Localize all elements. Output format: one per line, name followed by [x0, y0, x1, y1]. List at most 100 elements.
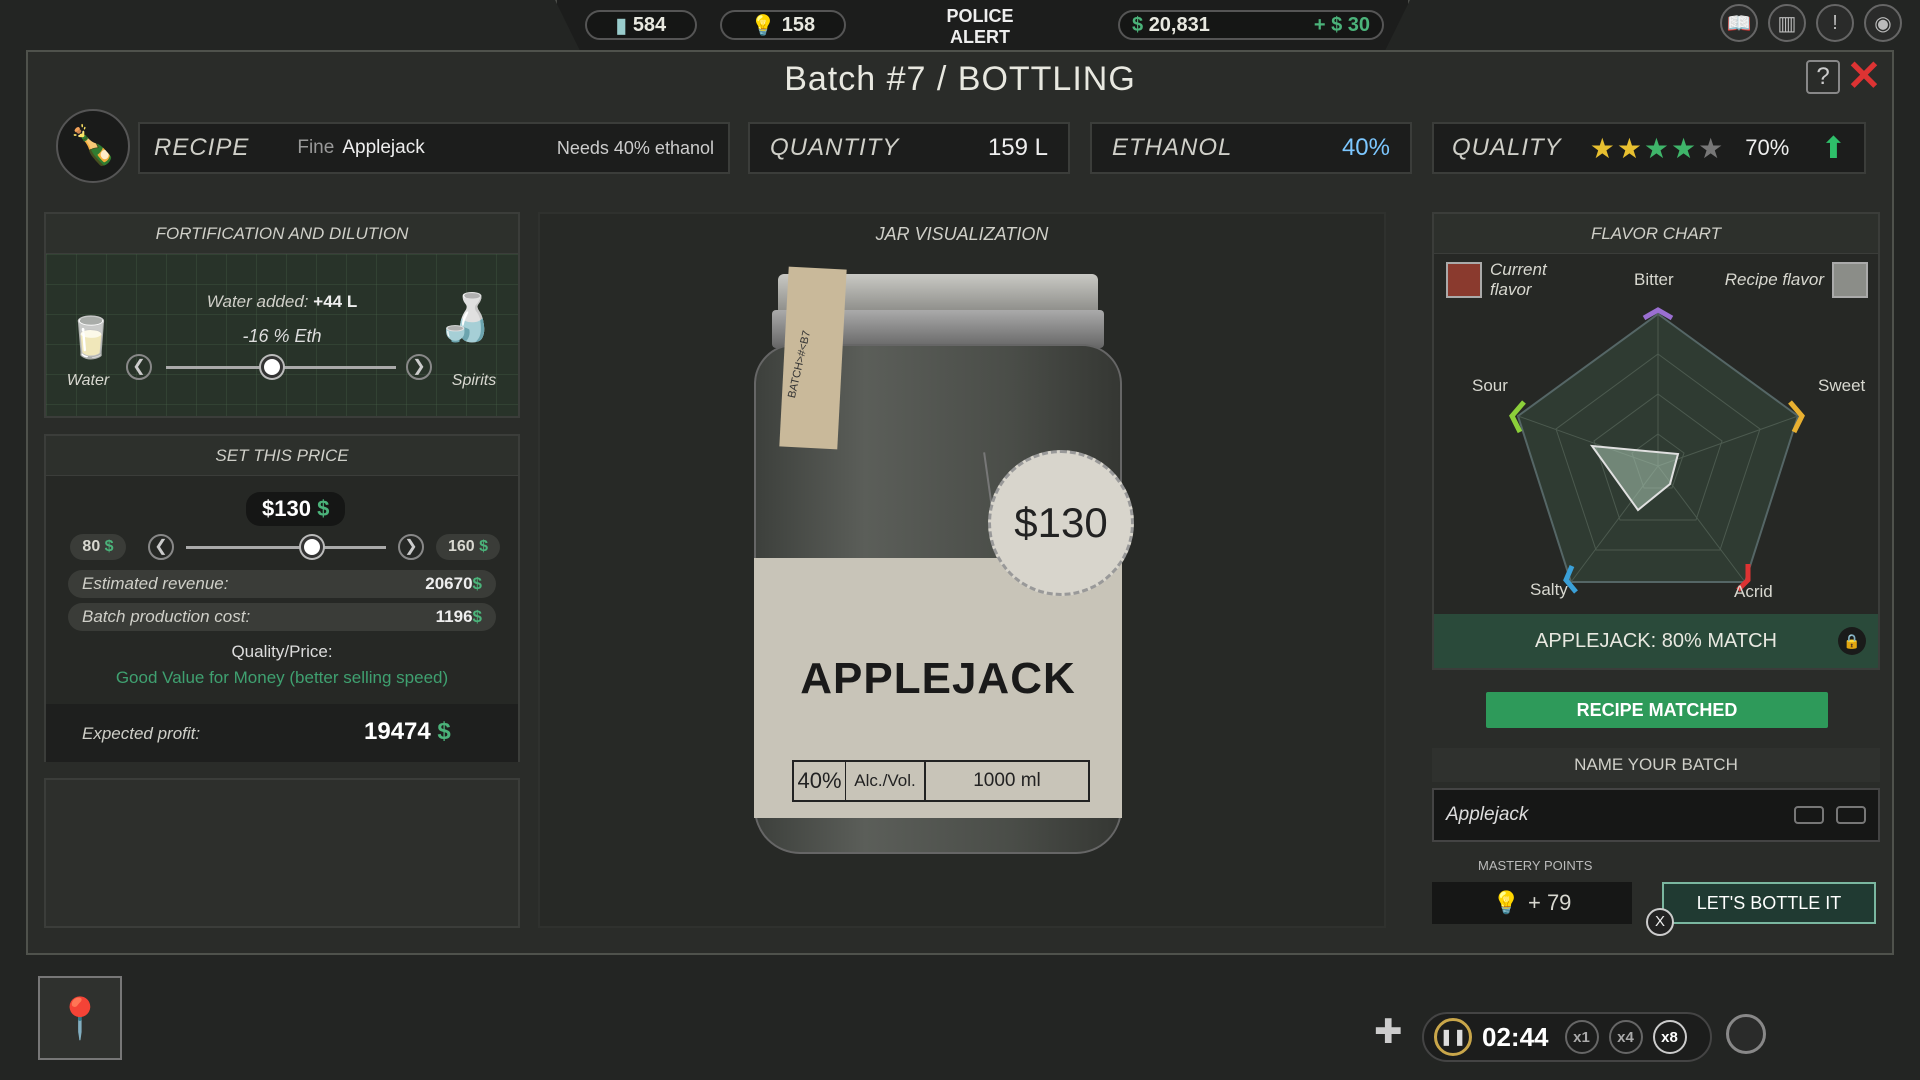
jar-title: JAR VISUALIZATION: [875, 224, 1049, 244]
quantity-value: 159 L: [987, 134, 1048, 161]
spirits-label: Spirits: [451, 372, 497, 389]
jar-abv-unit: Alc./Vol.: [846, 762, 926, 800]
ethanol-label: ETHANOL: [1112, 134, 1233, 161]
time-dial-icon[interactable]: [1726, 1014, 1766, 1054]
mastery-label: MASTERY POINTS: [1478, 858, 1593, 873]
price-slider-track[interactable]: [186, 546, 386, 549]
axis-bitter: Bitter: [1634, 270, 1674, 289]
star-filled-icon: ★: [1671, 132, 1699, 164]
star-filled-icon: ★: [1643, 132, 1672, 164]
price-min: 80 $: [70, 534, 126, 560]
match-text: APPLEJACK: 80% MATCH: [1535, 629, 1777, 652]
estimated-revenue-row: Estimated revenue: 20670 $: [68, 570, 496, 598]
dollar-icon: $: [1132, 13, 1144, 36]
quality-header: QUALITY ★★★★★ 70% ⬆: [1432, 122, 1866, 174]
recipe-label: RECIPE: [154, 134, 250, 161]
quality-stars: ★★★★★: [1590, 132, 1726, 165]
speed-x1-button[interactable]: x1: [1564, 1020, 1599, 1054]
keyboard-icon[interactable]: [1836, 806, 1866, 824]
water-added: Water added: +44 L: [46, 292, 518, 312]
dilution-slider-knob[interactable]: [260, 356, 283, 378]
menu-icon[interactable]: ◉: [1864, 4, 1902, 42]
batch-tape: BATCH>#<B7: [779, 266, 847, 450]
pause-button[interactable]: ❚❚: [1434, 1018, 1472, 1056]
price-box: SET THIS PRICE $130 $ 80 $ ❮ ❯ 160 $ Est…: [44, 434, 520, 762]
recipe-quality: Fine: [297, 137, 335, 158]
quality-label: QUALITY: [1452, 134, 1562, 161]
price-max: 160 $: [436, 534, 500, 560]
water-label: Water: [66, 372, 110, 389]
batch-tag-text: BATCH>#<B7: [785, 329, 814, 400]
keyboard-icon[interactable]: [1794, 806, 1824, 824]
page-title: Batch #7 / BOTTLING: [784, 60, 1136, 98]
expected-profit-label: Expected profit:: [82, 724, 201, 743]
bottling-panel: Batch #7 / BOTTLING ? ✕ 🍾 RECIPE Fine Ap…: [26, 50, 1894, 955]
price-right-arrow[interactable]: ❯: [398, 534, 424, 560]
price-left-arrow[interactable]: ❮: [148, 534, 174, 560]
ethanol-header: ETHANOL 40%: [1090, 122, 1412, 174]
water-added-value: +44 L: [313, 292, 358, 311]
quality-price-label: Quality/Price:: [231, 642, 333, 661]
production-cost-row: Batch production cost: 1196 $: [68, 603, 496, 631]
name-batch-title: NAME YOUR BATCH: [1432, 748, 1880, 782]
help-button[interactable]: ?: [1806, 60, 1840, 94]
dollar-icon: $: [317, 496, 330, 521]
empty-panel: [44, 778, 520, 928]
recipe-header: RECIPE Fine Applejack Needs 40% ethanol: [138, 122, 730, 174]
current-price: $130 $: [246, 492, 346, 526]
close-button[interactable]: ✕: [1844, 55, 1884, 97]
money-counter: $ 20,831 + $ 30: [1118, 10, 1384, 40]
quality-up-arrow-icon: ⬆: [1820, 131, 1846, 165]
lightbulb-icon: 💡: [1492, 890, 1520, 915]
dpad-icon: ✚: [1374, 1013, 1403, 1051]
ideas-counter: 💡 158: [720, 10, 846, 40]
alert-icon[interactable]: !: [1816, 4, 1854, 42]
speed-x4-button[interactable]: x4: [1608, 1020, 1643, 1054]
batch-name-input[interactable]: Applejack: [1432, 788, 1880, 842]
jar-icon: ▮: [615, 14, 627, 37]
lightbulb-icon: 💡: [750, 14, 776, 37]
axis-salty: Salty: [1530, 580, 1568, 599]
dilute-right-arrow[interactable]: ❯: [406, 354, 432, 380]
quality-value: 70%: [1745, 135, 1790, 160]
jars-counter: ▮ 584: [585, 10, 697, 40]
mastery-points: 💡 + 79: [1432, 882, 1632, 924]
price-slider-knob[interactable]: [301, 536, 323, 558]
axis-sour: Sour: [1472, 376, 1508, 395]
police-alert-label: POLICE ALERT: [946, 6, 1014, 47]
quantity-label: QUANTITY: [770, 134, 900, 161]
water-added-label: Water added:: [206, 292, 309, 311]
fortification-title: FORTIFICATION AND DILUTION: [46, 214, 518, 254]
flavor-box: FLAVOR CHART Current flavor Recipe flavo…: [1432, 212, 1880, 670]
fortification-box: FORTIFICATION AND DILUTION 🥛 Water 🍶 Spi…: [44, 212, 520, 418]
ethanol-value: 40%: [1341, 134, 1390, 161]
axis-acrid: Acrid: [1734, 582, 1773, 601]
recipe-match: APPLEJACK: 80% MATCH 🔒: [1434, 614, 1878, 668]
recipe-name: Applejack: [342, 137, 425, 158]
lock-icon[interactable]: 🔒: [1838, 627, 1866, 655]
jar-visualization: JAR VISUALIZATION BATCH>#<B7 APPLEJACK 4…: [538, 212, 1386, 928]
axis-sweet: Sweet: [1818, 376, 1866, 395]
bottle-it-button[interactable]: LET'S BOTTLE IT: [1662, 882, 1876, 924]
quality-price-value: Good Value for Money (better selling spe…: [115, 668, 449, 687]
expected-profit-value: 19474 $: [364, 718, 451, 745]
flavor-radar: [1509, 307, 1805, 594]
time-controls: ❚❚ 02:44 x1 x4 x8: [1422, 1012, 1712, 1062]
star-filled-icon: ★: [1616, 132, 1644, 164]
flavor-title: FLAVOR CHART: [1434, 214, 1878, 254]
jar-label-info: 40% Alc./Vol. 1000 ml: [792, 760, 1090, 802]
map-pin-icon: 📍: [55, 996, 105, 1041]
jar-label-name: APPLEJACK: [800, 654, 1076, 703]
jar-volume: 1000 ml: [973, 770, 1041, 791]
book-icon[interactable]: 📖: [1720, 4, 1758, 42]
corner-menu: 📖 ▥ ! ◉: [1720, 4, 1902, 42]
price-tag: $130: [988, 450, 1134, 596]
dilute-left-arrow[interactable]: ❮: [126, 354, 152, 380]
ethanol-change: -16 % Eth: [242, 326, 322, 346]
speed-x8-button[interactable]: x8: [1652, 1020, 1687, 1054]
recipe-matched-button[interactable]: RECIPE MATCHED: [1486, 692, 1828, 728]
stats-icon[interactable]: ▥: [1768, 4, 1806, 42]
x-button-hint-icon: X: [1646, 908, 1674, 936]
map-button[interactable]: 📍: [38, 976, 122, 1060]
jar-abv: 40%: [794, 762, 846, 800]
